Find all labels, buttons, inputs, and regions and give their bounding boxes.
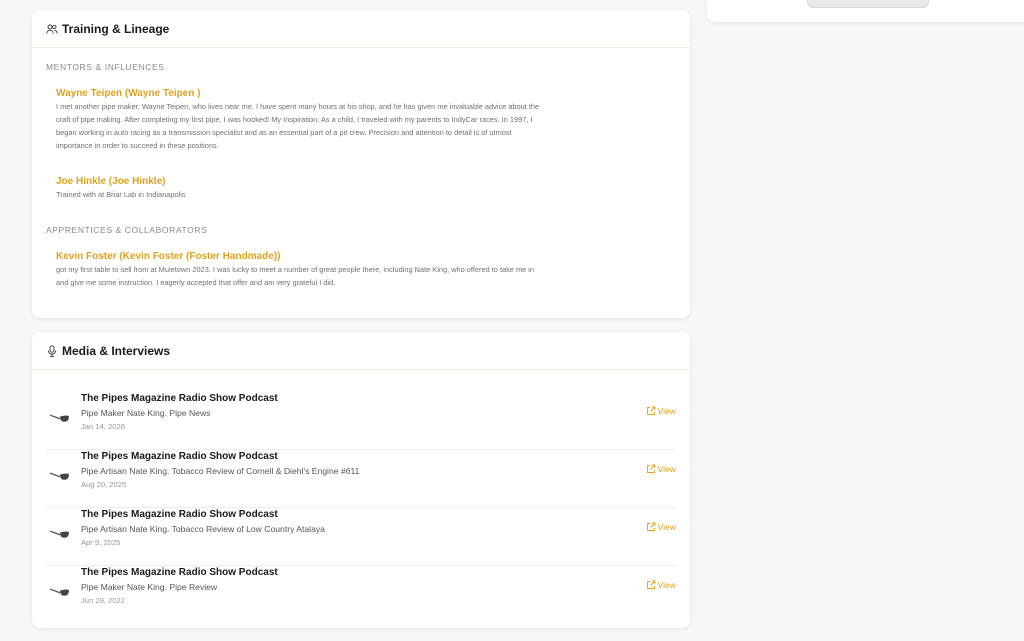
mentor-name[interactable]: Joe Hinkle (Joe Hinkle) — [56, 175, 656, 188]
mentor-name[interactable]: Wayne Teipen (Wayne Teipen ) — [56, 87, 656, 100]
apprentice-name[interactable]: Kevin Foster (Kevin Foster (Foster Handm… — [56, 250, 656, 263]
media-item-date: Jan 14, 2026 — [81, 422, 125, 431]
view-link[interactable]: View — [646, 406, 676, 416]
training-title: Training & Lineage — [62, 21, 170, 36]
training-header: Training & Lineage — [32, 10, 690, 48]
sidebar-card — [707, 0, 1024, 22]
media-list-item: The Pipes Magazine Radio Show Podcast Pi… — [46, 508, 676, 566]
pipe-icon — [48, 410, 72, 422]
description-line: and give me some instruction. I eagerly … — [56, 278, 336, 287]
description-line: Trained with at Briar Lab in Indianapoli… — [56, 190, 186, 199]
media-item-title: The Pipes Magazine Radio Show Podcast — [81, 451, 278, 462]
mentor-description: I met another pipe maker, Wayne Teipen, … — [56, 100, 656, 152]
media-item-date: Jun 29, 2022 — [81, 596, 125, 605]
description-line: importance in order to succeed in these … — [56, 141, 219, 150]
external-link-icon — [646, 522, 655, 531]
media-interviews-card: Media & Interviews The Pipes Magazine Ra… — [32, 332, 690, 628]
media-item-subtitle: Pipe Maker Nate King. Pipe Review — [81, 582, 218, 592]
training-lineage-card: Training & Lineage MENTORS & INFLUENCES … — [32, 10, 690, 318]
pipe-icon — [48, 526, 72, 538]
view-label: View — [657, 580, 676, 590]
view-label: View — [657, 406, 676, 416]
external-link-icon — [646, 464, 655, 473]
mentor-item: Wayne Teipen (Wayne Teipen ) I met anoth… — [56, 87, 656, 152]
media-item-subtitle: Pipe Maker Nate King. Pipe News — [81, 408, 211, 418]
apprentice-description: got my first table to sell from at Mulet… — [56, 263, 656, 289]
mentor-description: Trained with at Briar Lab in Indianapoli… — [56, 188, 656, 201]
view-label: View — [657, 522, 676, 532]
description-line: got my first table to sell from at Mulet… — [56, 265, 535, 274]
media-item-title: The Pipes Magazine Radio Show Podcast — [81, 567, 278, 578]
description-line: craft of pipe making. After completing m… — [56, 115, 533, 124]
media-item-subtitle: Pipe Artisan Nate King. Tobacco Review o… — [81, 466, 360, 476]
mentor-item: Joe Hinkle (Joe Hinkle) Trained with at … — [56, 175, 656, 201]
apprentices-section-label: APPRENTICES & COLLABORATORS — [46, 225, 208, 235]
media-list-item: The Pipes Magazine Radio Show Podcast Pi… — [46, 566, 676, 624]
users-icon — [46, 23, 58, 35]
view-label: View — [657, 464, 676, 474]
media-item-title: The Pipes Magazine Radio Show Podcast — [81, 509, 278, 520]
media-list-item: The Pipes Magazine Radio Show Podcast Pi… — [46, 392, 676, 450]
media-item-date: Aug 20, 2025 — [81, 480, 127, 489]
description-line: I met another pipe maker, Wayne Teipen, … — [56, 102, 540, 111]
pipe-icon — [48, 584, 72, 596]
media-item-title: The Pipes Magazine Radio Show Podcast — [81, 393, 278, 404]
media-list-item: The Pipes Magazine Radio Show Podcast Pi… — [46, 450, 676, 508]
media-header: Media & Interviews — [32, 332, 690, 370]
sidebar-button[interactable] — [807, 0, 929, 8]
media-item-subtitle: Pipe Artisan Nate King. Tobacco Review o… — [81, 524, 325, 534]
media-title: Media & Interviews — [62, 343, 171, 358]
view-link[interactable]: View — [646, 580, 676, 590]
microphone-icon — [46, 344, 58, 357]
description-line: began working in auto racing as a transm… — [56, 128, 512, 137]
view-link[interactable]: View — [646, 464, 676, 474]
media-item-date: Apr 9, 2025 — [81, 538, 121, 547]
mentors-section-label: MENTORS & INFLUENCES — [46, 62, 165, 72]
view-link[interactable]: View — [646, 522, 676, 532]
external-link-icon — [646, 580, 655, 589]
apprentice-item: Kevin Foster (Kevin Foster (Foster Handm… — [56, 250, 656, 289]
external-link-icon — [646, 406, 655, 415]
pipe-icon — [48, 468, 72, 480]
